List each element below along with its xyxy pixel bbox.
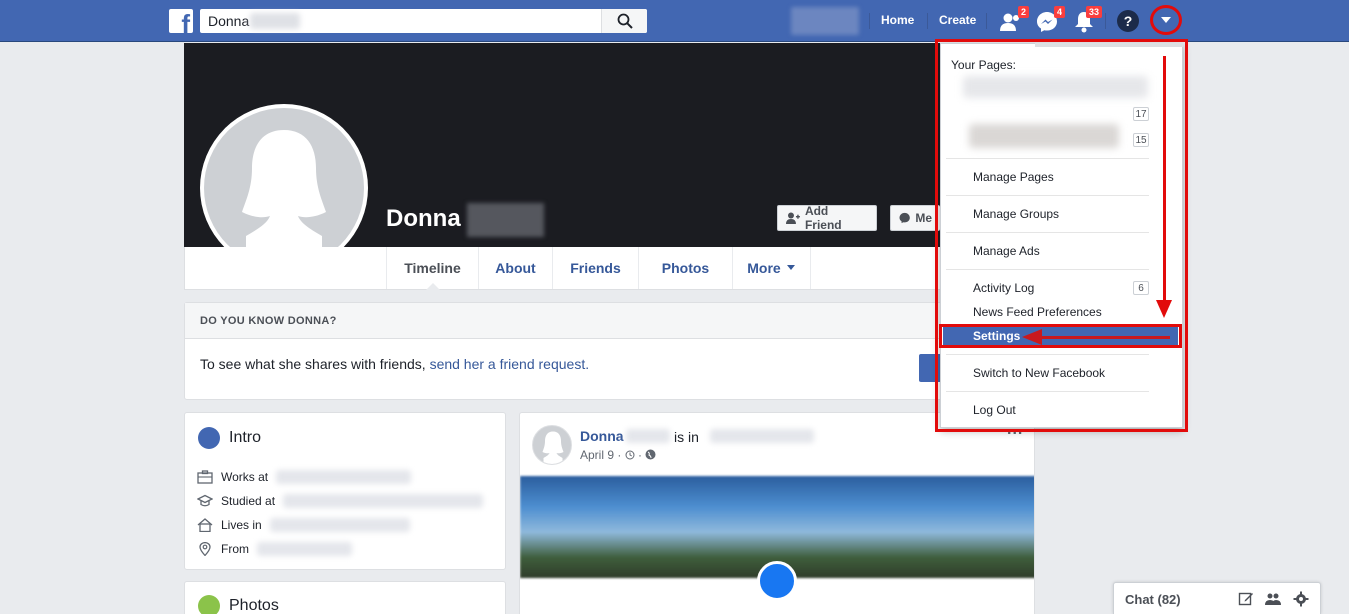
redacted-text: [257, 542, 352, 556]
post-author-name[interactable]: Donna: [580, 428, 624, 444]
notifications-badge: 33: [1085, 6, 1102, 18]
intro-studied-at: Studied at: [197, 494, 484, 508]
home-icon: [197, 518, 213, 532]
friend-requests-button[interactable]: 2: [999, 6, 1029, 34]
help-button[interactable]: ?: [1117, 10, 1139, 32]
top-navigation-bar: f Home Create 2 4 33 ?: [0, 0, 1349, 42]
location-marker-icon: [757, 561, 797, 601]
message-button[interactable]: Me: [890, 205, 940, 231]
intro-from: From: [197, 542, 352, 556]
notifications-button[interactable]: 33: [1072, 6, 1102, 34]
gear-icon[interactable]: [1293, 591, 1309, 607]
chat-label: Chat (82): [1125, 592, 1181, 607]
female-silhouette-icon: [242, 130, 326, 268]
home-link[interactable]: Home: [881, 13, 914, 27]
do-you-know-heading: DO YOU KNOW DONNA?: [185, 303, 1034, 339]
search-button[interactable]: [601, 9, 647, 33]
annotation-arrow-down-head: [1156, 300, 1172, 318]
tab-label: Timeline: [404, 260, 461, 276]
facebook-logo[interactable]: f: [169, 9, 193, 37]
do-you-know-text: To see what she shares with friends, sen…: [200, 356, 589, 372]
tab-more[interactable]: More: [733, 247, 811, 289]
do-you-know-message: To see what she shares with friends,: [200, 356, 430, 372]
redacted-text: [626, 429, 670, 443]
intro-row-label: Lives in: [221, 518, 262, 532]
intro-lives-in: Lives in: [197, 518, 410, 532]
friend-requests-badge: 2: [1017, 6, 1029, 18]
nav-separator: [1105, 13, 1106, 29]
messages-badge: 4: [1053, 6, 1065, 18]
separator-dot: ·: [638, 448, 643, 462]
clock-icon: [625, 450, 635, 460]
tab-label: About: [495, 260, 536, 276]
location-pin-icon: [199, 542, 211, 556]
caret-down-icon: [1161, 17, 1171, 23]
intro-card: Intro Works at Studied at Lives in From: [184, 412, 506, 570]
messenger-button[interactable]: 4: [1035, 6, 1065, 34]
new-group-icon[interactable]: [1265, 591, 1281, 607]
female-silhouette-icon: [542, 431, 564, 464]
tab-timeline[interactable]: Timeline: [386, 247, 479, 290]
intro-row-label: From: [221, 542, 249, 556]
graduation-cap-icon: [197, 494, 213, 507]
add-friend-label: Add Friend: [804, 204, 842, 232]
annotation-arrow-left-head: [1022, 329, 1042, 345]
tab-label: Photos: [661, 260, 710, 276]
redacted-location: [710, 429, 814, 443]
photos-card-title[interactable]: Photos: [229, 597, 279, 614]
profile-lastname-redacted: [467, 203, 544, 237]
search-redacted-text: [250, 13, 300, 29]
profile-name: Donna: [386, 205, 461, 232]
tab-about[interactable]: About: [479, 247, 553, 289]
timeline-post: Donna is in April 9 · · ...: [519, 412, 1035, 614]
photos-card: Photos: [184, 581, 506, 614]
add-friend-button[interactable]: Add Friend: [777, 204, 877, 232]
messenger-small-icon: [899, 212, 910, 224]
tab-label: Friends: [570, 260, 621, 276]
post-date-text: April 9 ·: [580, 448, 625, 462]
user-profile-link-redacted[interactable]: [791, 7, 859, 35]
annotation-arrow-left: [1040, 336, 1170, 339]
annotation-menu-outline: [935, 39, 1188, 432]
globe-privacy-icon: [645, 449, 656, 460]
tab-label: More: [747, 260, 781, 276]
redacted-text: [276, 470, 412, 484]
redacted-text: [283, 494, 484, 508]
intro-row-label: Studied at: [221, 494, 276, 508]
send-friend-request-link[interactable]: send her a friend request.: [430, 356, 590, 372]
message-label: Me: [915, 211, 932, 225]
post-date[interactable]: April 9 · ·: [580, 448, 656, 462]
globe-icon: [198, 427, 220, 449]
intro-works-at: Works at: [197, 470, 412, 484]
post-is-in-text: is in: [674, 429, 699, 445]
caret-down-icon: [786, 265, 795, 270]
facebook-logo-letter: f: [181, 9, 190, 39]
default-avatar-silhouette: [204, 108, 364, 268]
add-friend-icon: [786, 212, 800, 224]
redacted-text: [269, 518, 410, 532]
intro-title: Intro: [229, 429, 262, 446]
search-icon: [617, 13, 633, 29]
briefcase-icon: [197, 470, 213, 484]
create-link[interactable]: Create: [939, 13, 976, 27]
tab-friends[interactable]: Friends: [553, 247, 639, 289]
search-box[interactable]: [200, 9, 647, 33]
account-menu-button[interactable]: [1150, 5, 1182, 35]
nav-separator: [986, 13, 987, 29]
nav-separator: [869, 13, 870, 29]
tab-photos[interactable]: Photos: [639, 247, 733, 289]
post-author-avatar[interactable]: [532, 425, 572, 465]
question-mark-icon: ?: [1123, 13, 1133, 29]
annotation-arrow-down: [1163, 56, 1166, 306]
chat-bar[interactable]: Chat (82): [1113, 582, 1321, 614]
intro-row-label: Works at: [221, 470, 269, 484]
photos-icon: [198, 595, 220, 614]
nav-separator: [927, 13, 928, 29]
do-you-know-card: DO YOU KNOW DONNA? To see what she share…: [184, 302, 1035, 400]
profile-tabs-bar: Timeline About Friends Photos More: [184, 247, 1035, 290]
compose-icon[interactable]: [1238, 591, 1254, 607]
